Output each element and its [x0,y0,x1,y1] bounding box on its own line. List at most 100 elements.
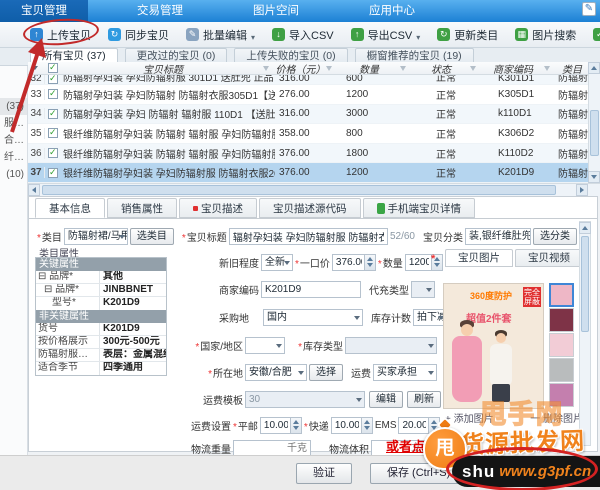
prop-row[interactable]: ⊟ 品牌* 其他 [36,271,166,284]
express-fee-stepper[interactable] [331,417,373,434]
table-row[interactable]: 35 银纤维防辐射孕妇装 防辐射 辐射服 孕妇防辐射服306D2正品 358.0… [28,124,588,144]
model-figure [490,344,512,386]
filter-funnel-icon[interactable] [544,66,550,71]
scroll-right-icon[interactable] [576,184,588,196]
freight-label: 运费 [351,365,371,380]
prop-row[interactable]: 防辐射服… 表层：金属混纺纤… [36,349,166,362]
detail-tab[interactable]: 宝贝描述源代码 [259,198,361,218]
filter-funnel-icon[interactable] [326,66,332,71]
filter-funnel-icon[interactable] [263,66,269,71]
header-price[interactable]: 价格（元） [275,62,338,76]
table-row[interactable]: 34 防辐射孕妇装 孕妇 防辐射 辐射服 110D1 【送肚兜】正品 316.0… [28,105,588,125]
quantity-label: 数量 [378,255,403,270]
spinner-icon[interactable] [364,255,375,270]
header-qty[interactable]: 数量 [338,62,412,76]
scroll-down-icon[interactable] [588,171,600,183]
prop-row[interactable]: ⊟ 品牌* JINBBNET [36,284,166,297]
scrollbar-thumb[interactable] [581,236,589,332]
sidebar-item[interactable]: (10) [0,166,27,183]
purchase-place-label: 采购地 [219,310,249,325]
filter-funnel-icon[interactable] [400,66,406,71]
detail-tab[interactable]: 宝贝描述 [179,198,257,218]
price-stepper[interactable] [332,254,376,271]
toolbar-button-icon: ↻ [108,28,121,41]
table-row[interactable]: 36 银纤维防辐射孕妇装 防辐射 辐射服 孕妇防辐射服110D2正品 376.0… [28,144,588,164]
image-thumbnail[interactable] [549,333,574,357]
checkbox-icon [48,148,58,158]
nav-tab[interactable]: 图片空间 [232,0,320,22]
scroll-up-icon[interactable] [579,222,591,234]
header-title[interactable]: 宝贝标题 [63,62,275,76]
spinner-icon[interactable] [361,418,372,433]
prop-row[interactable]: 按价格展示 300元-500元 [36,336,166,349]
header-status[interactable]: 状态 [412,62,482,76]
scrollbar-thumb[interactable] [42,185,556,195]
scroll-up-icon[interactable] [588,62,600,74]
prop-row[interactable]: 货号 K201D9 [36,323,166,336]
image-tab[interactable]: 宝贝视频 [515,249,583,267]
filter-funnel-icon[interactable] [470,66,476,71]
choose-classify-button[interactable]: 选分类 [533,228,577,245]
nav-tab[interactable]: 交易管理 [116,0,204,22]
merchant-code-input[interactable] [261,281,361,298]
detail-tab[interactable]: 基本信息 [35,198,105,218]
table-horizontal-scrollbar[interactable] [28,183,600,196]
toolbar-button[interactable]: ▦ 图片搜索 [515,27,576,43]
country-select[interactable] [245,337,285,354]
stock-type-select[interactable] [345,337,437,354]
quantity-stepper[interactable] [405,254,443,271]
toolbar-button[interactable]: ✓ 违规验证 [593,27,600,43]
edit-list-icon[interactable] [582,2,596,16]
product-image[interactable]: 360度防护 完全屏蔽 超值2件套 [443,283,544,409]
image-thumbnail[interactable] [549,283,574,307]
purchase-place-select[interactable]: 国内 [263,309,363,326]
toolbar-button[interactable]: ↻ 更新类目 [437,27,498,43]
header-code[interactable]: 商家编码 [482,62,556,76]
detail-tab[interactable]: 销售属性 [107,198,177,218]
condition-select[interactable]: 全新 [261,254,293,271]
table-row[interactable]: 37 银纤维防辐射孕妇装 孕妇防辐射服 防辐射衣服201D9 正品 376.00… [28,163,588,183]
mobile-icon [377,203,385,214]
table-row[interactable]: 32 防辐射孕妇装 孕妇防辐射服 301D1 送肚兜 正品 316.00 600… [28,75,588,85]
toolbar-button[interactable]: ↓ 导入CSV [272,27,334,43]
prop-row[interactable]: 型号* K201D9 [36,297,166,310]
table-vertical-scrollbar[interactable] [588,62,600,183]
stock-count-select[interactable]: 拍下减库存 [413,309,447,326]
classify-value: 装,银纤维肚兜组合 [465,228,531,245]
category-select[interactable]: 防辐射裙/马甲 [64,228,128,245]
header-category[interactable]: 类目 [556,62,588,76]
toolbar-button[interactable]: ↻ 同步宝贝 [108,27,169,43]
image-thumbnail[interactable] [549,358,574,382]
post-fee-stepper[interactable] [260,417,302,434]
refresh-template-button[interactable]: 刷新 [407,391,441,408]
scrollbar-thumb[interactable] [590,110,599,156]
row-checkbox[interactable] [45,148,63,158]
title-input[interactable] [229,228,388,245]
image-tab[interactable]: 宝贝图片 [445,249,513,267]
image-thumbnail[interactable] [549,308,574,332]
weight-input[interactable] [233,440,311,457]
prop-row[interactable]: 适合季节 四季通用 [36,362,166,375]
location-select[interactable]: 安徽/合肥 [245,364,307,381]
spinner-icon[interactable] [290,418,301,433]
detail-tab[interactable]: 手机端宝贝详情 [363,198,476,218]
choose-category-button[interactable]: 选类目 [130,228,174,245]
cell-price: 316.00 [275,75,338,84]
footer-button[interactable]: 验证 [296,463,352,484]
nav-tab-label: 应用中心 [369,5,415,17]
freight-template-select[interactable]: 30 [245,391,365,408]
table-row[interactable]: 33 防辐射孕妇装 孕妇防辐射 防辐射衣服305D1【送肚兜】正品 276.00… [28,85,588,105]
row-checkbox[interactable] [45,168,63,178]
detail-vertical-scrollbar[interactable] [579,221,591,446]
toolbar-button[interactable]: ✎ 批量编辑 [186,27,255,43]
nav-tab[interactable]: 应用中心 [348,0,436,22]
edit-template-button[interactable]: 编辑 [369,391,403,408]
scroll-left-icon[interactable] [28,184,40,196]
merchant-code-label: 商家编码 [219,282,259,297]
freight-select[interactable]: 买家承担 [373,364,437,381]
sidebar-item[interactable]: 纤… [0,149,27,166]
recharge-type-select[interactable] [411,281,435,298]
detail-tab-label: 手机端宝贝详情 [388,201,462,216]
toolbar-button[interactable]: ↑ 导出CSV [351,27,421,43]
choose-location-button[interactable]: 选择 [309,364,343,381]
